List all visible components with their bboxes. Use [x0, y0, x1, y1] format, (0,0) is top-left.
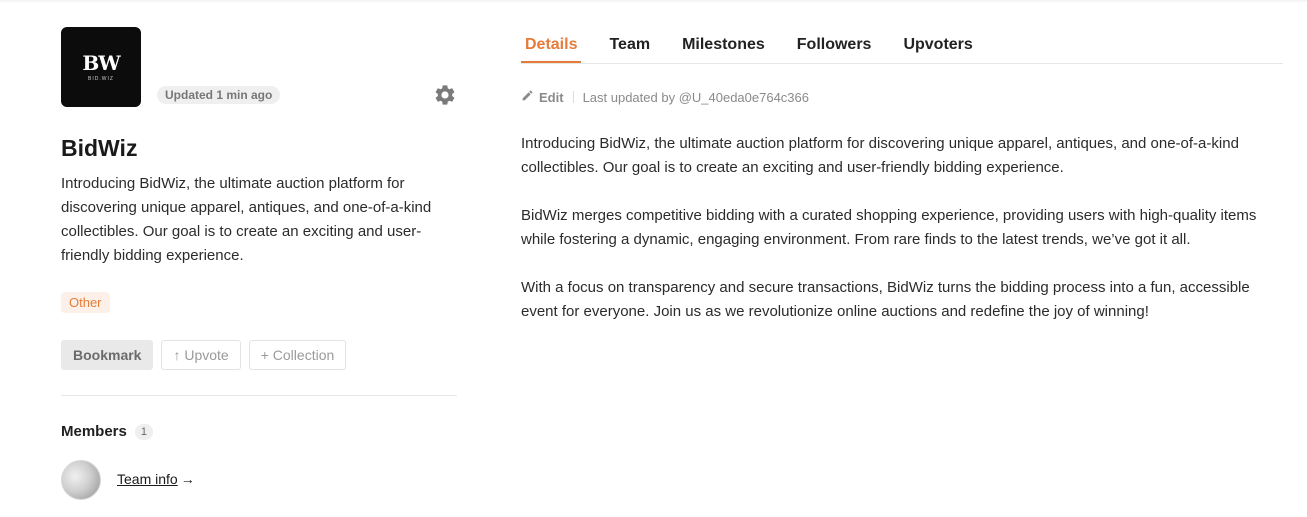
logo-subtext: BID.WIZ — [88, 75, 114, 82]
tab-details[interactable]: Details — [521, 30, 582, 63]
project-actions: Bookmark ↑ Upvote + Collection — [61, 340, 347, 370]
team-info-link[interactable]: Team info — [117, 471, 178, 487]
details-paragraph: With a focus on transparency and secure … — [521, 279, 1250, 320]
details-paragraph: BidWiz merges competitive bidding with a… — [521, 207, 1257, 248]
pencil-icon — [521, 89, 534, 105]
gear-icon[interactable] — [433, 83, 457, 107]
upvote-button[interactable]: ↑ Upvote — [161, 340, 241, 370]
section-divider — [61, 395, 457, 396]
edit-label: Edit — [539, 89, 564, 105]
tab-team[interactable]: Team — [605, 30, 654, 63]
project-main: Details Team Milestones Followers Upvote… — [521, 30, 1283, 320]
last-updated-text: Last updated by @U_40eda0e764c366 — [582, 89, 809, 105]
bookmark-button[interactable]: Bookmark — [61, 340, 154, 370]
meta-separator — [572, 91, 574, 103]
tab-milestones[interactable]: Milestones — [678, 30, 769, 63]
arrow-right-icon: → — [180, 471, 195, 487]
category-tag[interactable]: Other — [61, 292, 110, 313]
tab-bar: Details Team Milestones Followers Upvote… — [521, 30, 1283, 64]
members-count-badge: 1 — [134, 423, 153, 440]
add-to-collection-button[interactable]: + Collection — [248, 340, 347, 370]
logo-mark: BW — [82, 50, 120, 75]
project-short-description: Introducing BidWiz, the ultimate auction… — [61, 175, 432, 264]
updated-badge: Updated 1 min ago — [157, 86, 281, 104]
tab-followers[interactable]: Followers — [793, 30, 876, 63]
top-border — [0, 0, 1307, 3]
member-row: Team info → — [61, 460, 195, 500]
details-body: Introducing BidWiz, the ultimate auction… — [521, 132, 1286, 348]
edit-button[interactable]: Edit — [521, 89, 564, 105]
details-paragraph: Introducing BidWiz, the ultimate auction… — [521, 135, 1239, 176]
project-logo: BW BID.WIZ — [61, 27, 141, 107]
project-name: BidWiz — [61, 135, 138, 161]
tab-upvoters[interactable]: Upvoters — [899, 30, 976, 63]
avatar[interactable] — [61, 460, 101, 500]
details-meta: Edit Last updated by @U_40eda0e764c366 — [521, 89, 809, 105]
members-header: Members 1 — [61, 423, 153, 440]
project-sidebar: BW BID.WIZ Updated 1 min ago BidWiz Intr… — [61, 27, 457, 500]
members-title: Members — [61, 423, 127, 440]
